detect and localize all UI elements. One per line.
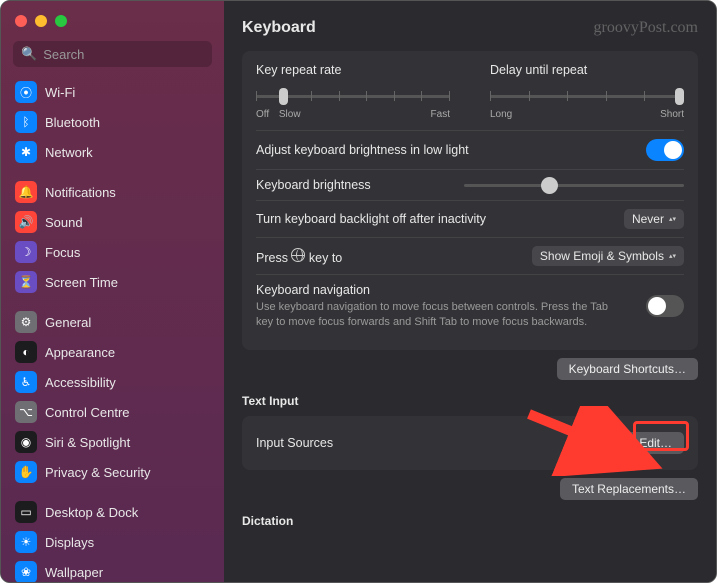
dictation-header: Dictation [242,514,698,528]
sidebar-item-network[interactable]: ✱ Network [9,137,216,167]
delay-long-label: Long [490,109,512,120]
search-field[interactable]: 🔍 [13,41,212,67]
globekey-select[interactable]: Show Emoji & Symbols ▴▾ [532,246,684,266]
network-icon: ✱ [15,141,37,163]
wifi-icon: ⦿ [15,81,37,103]
input-sources-label: Input Sources [256,436,333,450]
sidebar-item-label: Notifications [45,185,116,200]
globekey-value: Show Emoji & Symbols [540,249,664,263]
globe-icon [291,248,305,262]
keyboard-panel: Key repeat rate Off Slow Fast Delay unti… [242,51,698,350]
keyboard-shortcuts-button[interactable]: Keyboard Shortcuts… [557,358,698,380]
nav-sub: Use keyboard navigation to move focus be… [256,300,626,330]
minimize-window-button[interactable] [35,15,47,27]
sidebar-list: ⦿ Wi-Fi ᛒ Bluetooth ✱ Network 🔔 Notifications 🔊 S… [1,77,224,582]
stepper-icon: ▴▾ [669,253,676,260]
text-replacements-button[interactable]: Text Replacements… [560,478,698,500]
delay-label: Delay until repeat [490,63,684,77]
sidebar-item-label: Control Centre [45,405,130,420]
sidebar-item-wi-fi[interactable]: ⦿ Wi-Fi [9,77,216,107]
bluetooth-icon: ᛒ [15,111,37,133]
displays-icon: ☀ [15,531,37,553]
sidebar-item-label: Siri & Spotlight [45,435,130,450]
backlight-off-select[interactable]: Never ▴▾ [624,209,684,229]
repeat-off-label: Off [256,109,269,120]
sidebar-item-focus[interactable]: ☽ Focus [9,237,216,267]
sidebar-item-sound[interactable]: 🔊 Sound [9,207,216,237]
sidebar-item-wallpaper[interactable]: ❀ Wallpaper [9,557,216,582]
sidebar-item-label: Bluetooth [45,115,100,130]
sidebar: 🔍 ⦿ Wi-Fi ᛒ Bluetooth ✱ Network 🔔 Notifications… [1,1,224,582]
backlightoff-label: Turn keyboard backlight off after inacti… [256,212,486,226]
brightness-label: Keyboard brightness [256,178,371,192]
window-controls [1,1,224,37]
controlcentre-icon: ⌥ [15,401,37,423]
close-window-button[interactable] [15,15,27,27]
search-input[interactable] [43,47,204,62]
gear-icon: ⚙ [15,311,37,333]
zoom-window-button[interactable] [55,15,67,27]
privacy-icon: ✋ [15,461,37,483]
main-content: groovyPost.com Keyboard Key repeat rate … [224,1,716,582]
sidebar-item-appearance[interactable]: ◐ Appearance [9,337,216,367]
siri-icon: ◉ [15,431,37,453]
sidebar-item-control-centre[interactable]: ⌥ Control Centre [9,397,216,427]
sidebar-item-label: Screen Time [45,275,118,290]
appearance-icon: ◐ [15,341,37,363]
sidebar-item-label: Wallpaper [45,565,103,580]
sidebar-item-label: Desktop & Dock [45,505,138,520]
backlight-off-value: Never [632,212,664,226]
nav-label: Keyboard navigation [256,283,626,297]
search-icon: 🔍 [21,46,37,62]
delay-slider[interactable] [490,85,684,107]
globekey-label: Press key to [256,248,342,265]
bell-icon: 🔔 [15,181,37,203]
sidebar-item-desktop-dock[interactable]: ▭ Desktop & Dock [9,497,216,527]
repeat-rate-slider[interactable] [256,85,450,107]
lowlight-label: Adjust keyboard brightness in low light [256,143,469,157]
sidebar-item-label: Focus [45,245,80,260]
sidebar-item-label: General [45,315,91,330]
sidebar-item-accessibility[interactable]: ♿︎ Accessibility [9,367,216,397]
sidebar-item-label: Accessibility [45,375,116,390]
sound-icon: 🔊 [15,211,37,233]
sidebar-item-label: Wi-Fi [45,85,75,100]
watermark: groovyPost.com [594,19,698,37]
sidebar-item-screen-time[interactable]: ⏳ Screen Time [9,267,216,297]
lowlight-toggle[interactable] [646,139,684,161]
annotation-arrow [524,406,664,476]
sidebar-item-label: Appearance [45,345,115,360]
nav-toggle[interactable] [646,295,684,317]
dock-icon: ▭ [15,501,37,523]
sidebar-item-general[interactable]: ⚙ General [9,307,216,337]
sidebar-item-label: Network [45,145,93,160]
repeat-slow-label: Slow [279,109,301,120]
sidebar-item-privacy-security[interactable]: ✋ Privacy & Security [9,457,216,487]
accessibility-icon: ♿︎ [15,371,37,393]
stepper-icon: ▴▾ [669,216,676,223]
delay-short-label: Short [660,109,684,120]
focus-icon: ☽ [15,241,37,263]
sidebar-item-label: Sound [45,215,83,230]
sidebar-item-notifications[interactable]: 🔔 Notifications [9,177,216,207]
sidebar-item-label: Privacy & Security [45,465,150,480]
sidebar-item-siri-spotlight[interactable]: ◉ Siri & Spotlight [9,427,216,457]
brightness-slider[interactable] [464,184,684,187]
sidebar-item-bluetooth[interactable]: ᛒ Bluetooth [9,107,216,137]
sidebar-item-label: Displays [45,535,94,550]
screentime-icon: ⏳ [15,271,37,293]
repeat-fast-label: Fast [431,109,450,120]
wallpaper-icon: ❀ [15,561,37,582]
repeat-rate-label: Key repeat rate [256,63,450,77]
sidebar-item-displays[interactable]: ☀ Displays [9,527,216,557]
